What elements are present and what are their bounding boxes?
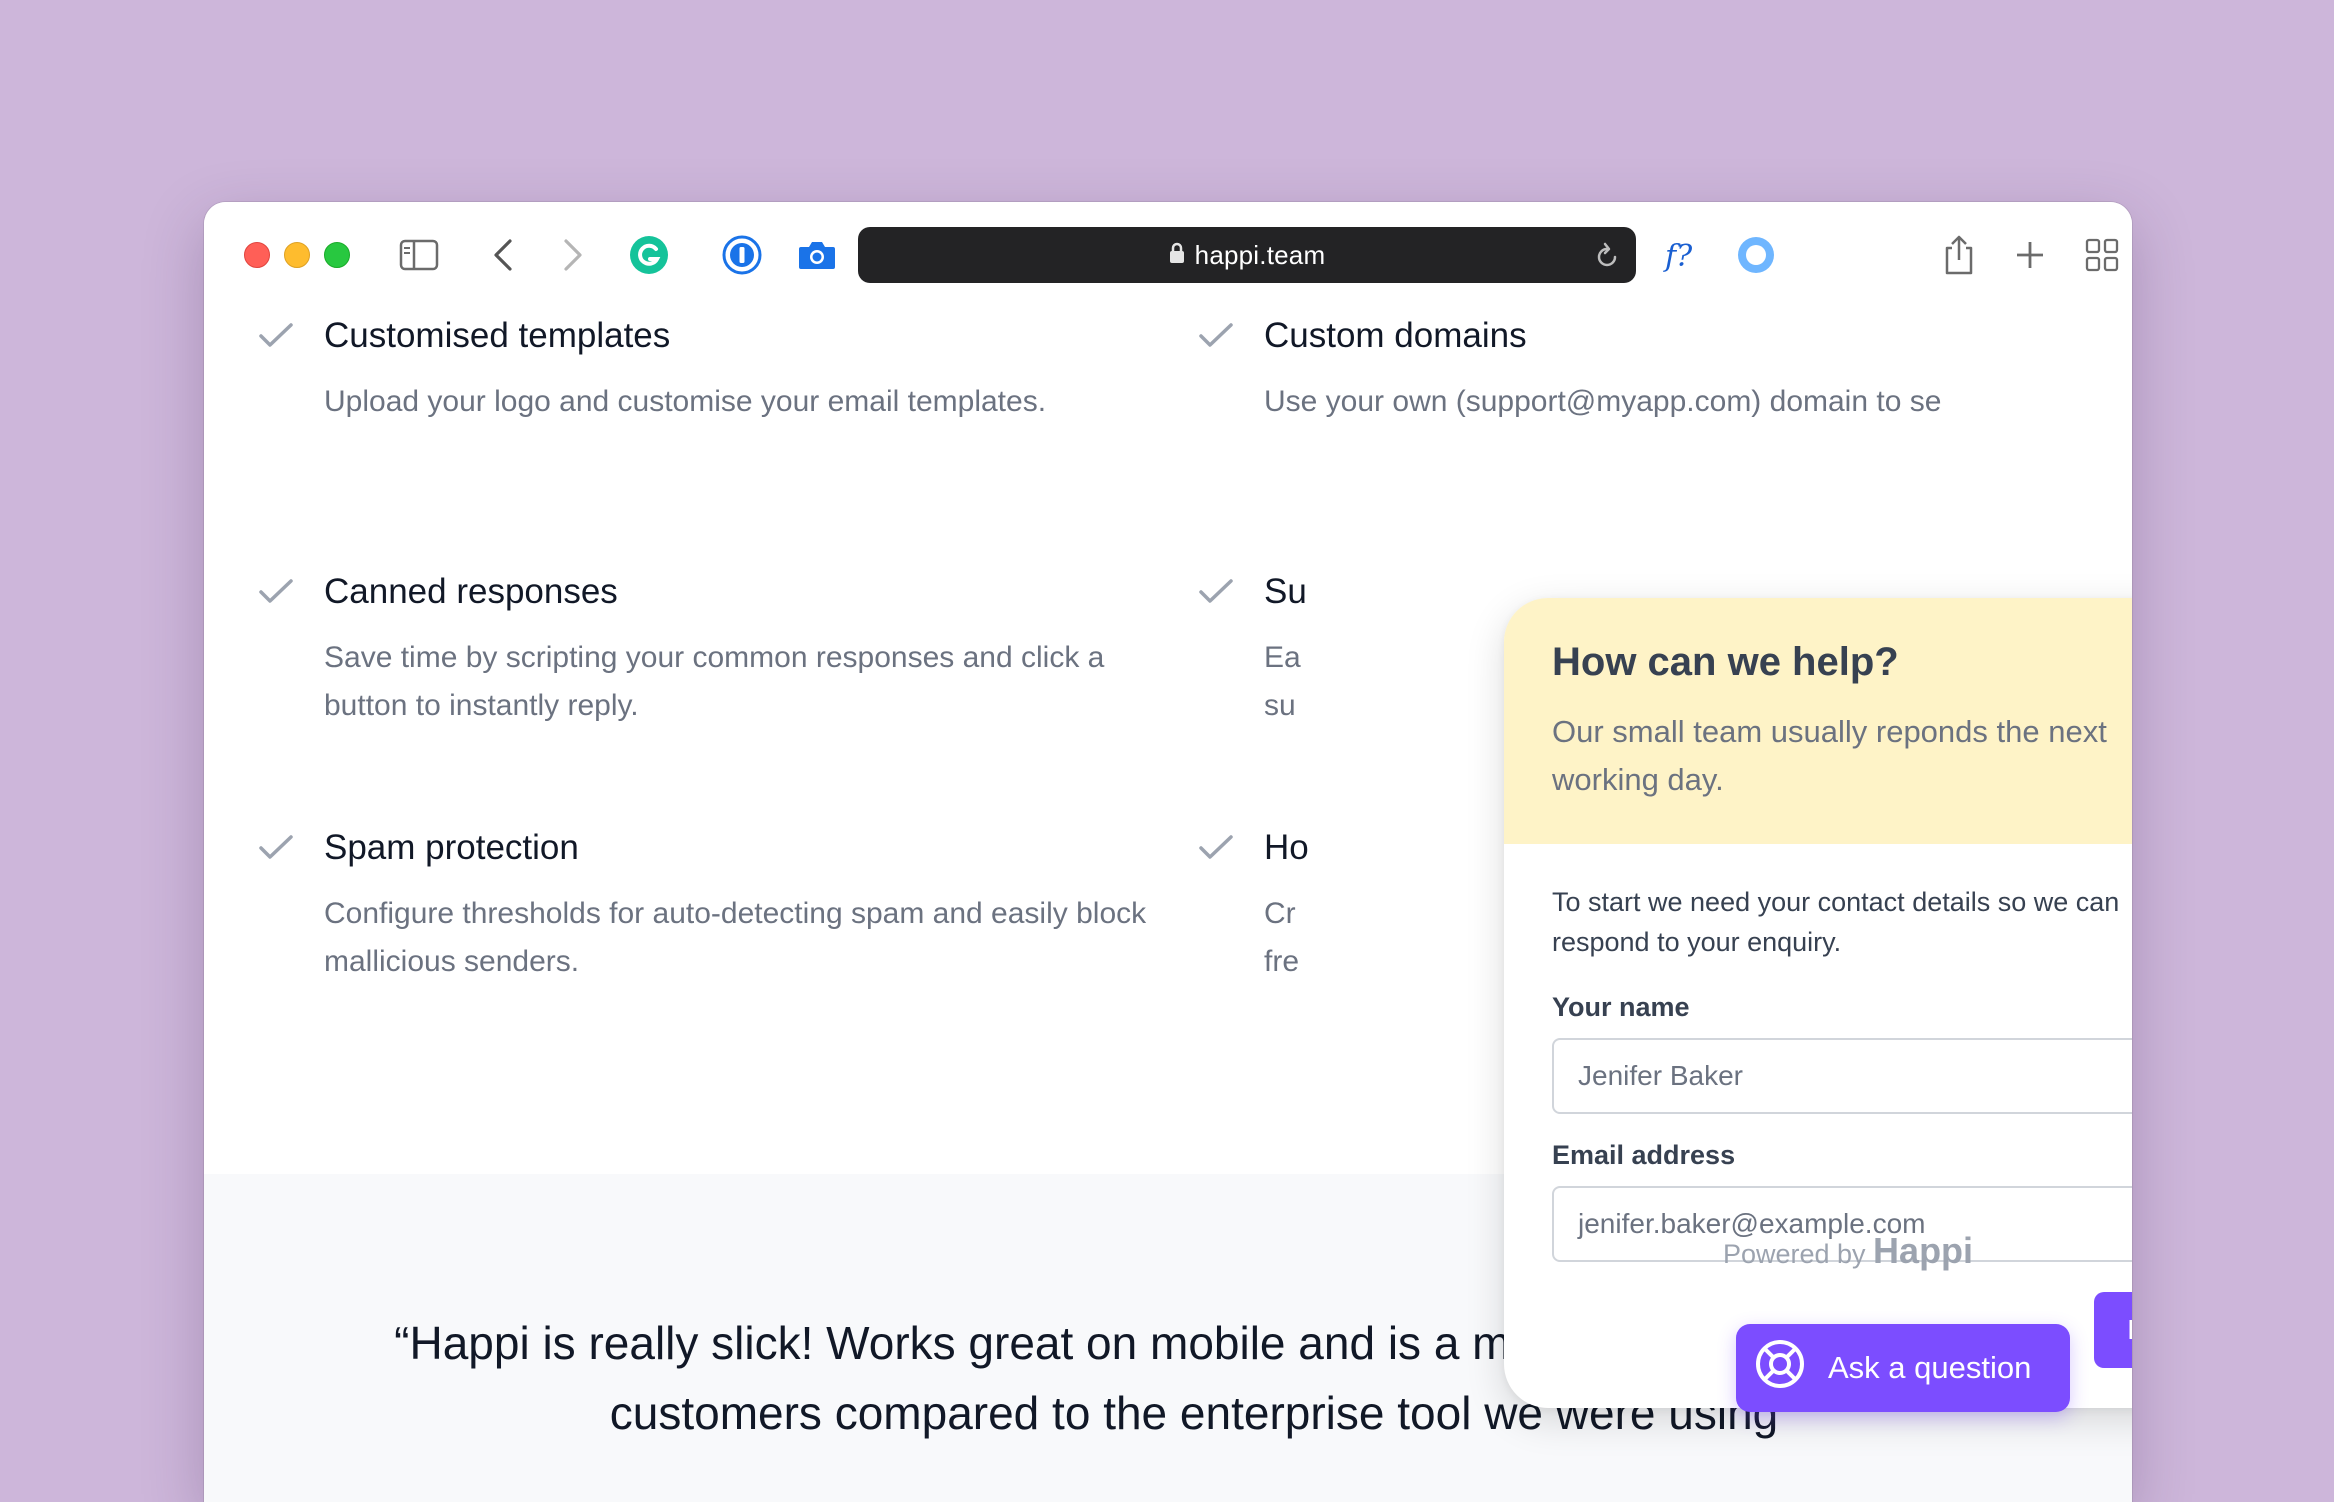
name-input[interactable]: Jenifer Baker xyxy=(1552,1038,2132,1114)
feature-title: Customised templates xyxy=(324,316,671,355)
browser-toolbar: happi.team f? xyxy=(204,202,2132,308)
checkmark-icon xyxy=(1198,834,1234,867)
tab-overview-icon[interactable] xyxy=(2077,230,2127,280)
happi-logo: Happi xyxy=(1873,1230,1974,1271)
lock-icon xyxy=(1169,242,1185,269)
checkmark-icon xyxy=(258,322,294,355)
widget-title: How can we help? xyxy=(1552,640,1899,684)
feature-description: Ea su xyxy=(1264,641,1301,722)
checkmark-icon xyxy=(1198,322,1234,355)
feature-description: Configure thresholds for auto-detecting … xyxy=(324,897,1147,978)
powered-prefix: Powered by xyxy=(1722,1239,1866,1269)
next-button[interactable]: Next xyxy=(2094,1292,2132,1368)
forward-icon[interactable] xyxy=(548,230,598,280)
email-label: Email address xyxy=(1552,1140,1736,1170)
feature-description: Cr fre xyxy=(1264,897,1300,978)
circle-extension-icon[interactable] xyxy=(1731,230,1781,280)
minimize-window-button[interactable] xyxy=(284,242,310,268)
feature-title: Canned responses xyxy=(324,572,618,611)
lifebuoy-icon xyxy=(1754,1338,1806,1398)
widget-subtitle: Our small team usually reponds the next … xyxy=(1552,714,2107,797)
feature-description: Save time by scripting your common respo… xyxy=(324,641,1105,722)
feature-title: Su xyxy=(1264,572,1307,611)
checkmark-icon xyxy=(258,834,294,867)
widget-header: How can we help? Our small team usually … xyxy=(1504,598,2132,844)
sidebar-icon[interactable] xyxy=(394,230,444,280)
back-icon[interactable] xyxy=(478,230,528,280)
feature-title: Custom domains xyxy=(1264,316,1527,355)
address-bar[interactable]: happi.team xyxy=(858,227,1636,283)
help-widget: How can we help? Our small team usually … xyxy=(1504,598,2132,1408)
widget-intro: To start we need your contact details so… xyxy=(1552,887,2120,957)
password-manager-icon[interactable] xyxy=(717,230,767,280)
reload-icon[interactable] xyxy=(1594,241,1620,274)
feature-title: Spam protection xyxy=(324,828,579,867)
share-icon[interactable] xyxy=(1934,230,1984,280)
name-label: Your name xyxy=(1552,992,1690,1022)
browser-window: happi.team f? Customised templates Uploa… xyxy=(204,202,2132,1502)
ask-question-label: Ask a question xyxy=(1828,1350,2032,1385)
close-window-button[interactable] xyxy=(244,242,270,268)
camera-icon[interactable] xyxy=(792,230,842,280)
checkmark-icon xyxy=(1198,578,1234,611)
feature-description: Use your own (support@myapp.com) domain … xyxy=(1264,385,1942,418)
font-finder-icon[interactable]: f? xyxy=(1658,230,1708,280)
new-tab-icon[interactable] xyxy=(2005,230,2055,280)
powered-by[interactable]: Powered by Happi xyxy=(1548,1230,2132,1272)
checkmark-icon xyxy=(258,578,294,611)
svg-text:f?: f? xyxy=(1663,239,1693,274)
feature-title: Ho xyxy=(1264,828,1309,867)
feature-description: Upload your logo and customise your emai… xyxy=(324,385,1047,418)
zoom-window-button[interactable] xyxy=(324,242,350,268)
url-text: happi.team xyxy=(1194,239,1326,270)
grammarly-icon[interactable] xyxy=(624,230,674,280)
ask-question-button[interactable]: Ask a question xyxy=(1736,1324,2070,1412)
